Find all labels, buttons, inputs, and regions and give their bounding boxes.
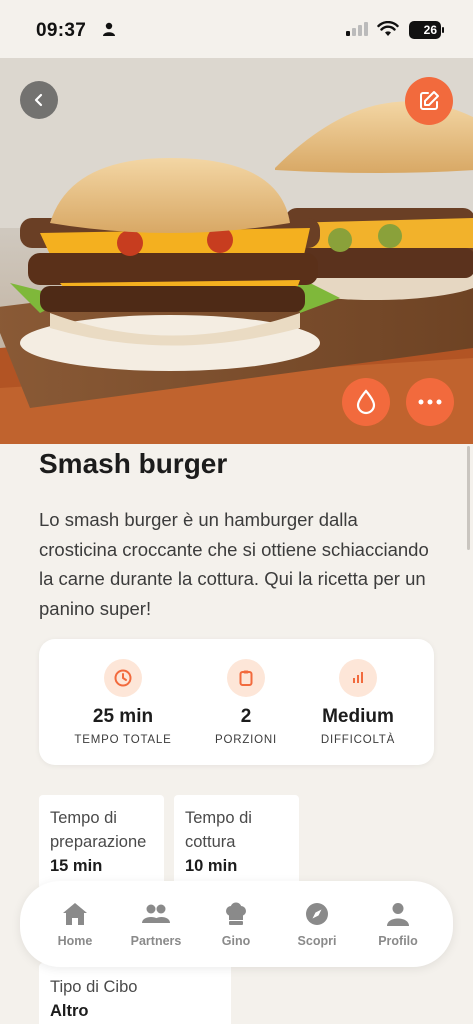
tab-label: Scopri [297, 934, 337, 948]
stat-label: PORZIONI [215, 734, 277, 746]
recipe-title: Smash burger [39, 448, 228, 479]
tab-scopri[interactable]: Scopri [277, 901, 357, 948]
recipe-hero-image [0, 58, 473, 444]
person-icon [102, 22, 116, 41]
recipe-description: Lo smash burger è un hamburger dalla cro… [39, 509, 429, 619]
tab-label: Gino [221, 934, 251, 948]
wifi-icon [377, 20, 399, 42]
chevron-left-icon [34, 93, 43, 107]
nutrition-button[interactable] [342, 378, 390, 426]
more-options-button[interactable] [406, 378, 454, 426]
stat-servings: 2 PORZIONI [186, 659, 306, 746]
food-type-card: Tipo di Cibo Altro [39, 963, 231, 1024]
stat-total-time: 25 min TEMPO TOTALE [63, 659, 183, 746]
tab-home[interactable]: Home [35, 901, 115, 948]
bottom-tab-bar: Home Partners Gino Scopri Profilo [20, 881, 453, 967]
tab-partners[interactable]: Partners [116, 901, 196, 948]
tab-label: Home [57, 934, 93, 948]
partners-icon [116, 901, 196, 927]
battery-cap [442, 27, 444, 33]
status-bar: 09:37 26 [0, 0, 473, 58]
signal-icon [346, 22, 370, 41]
stat-value: Medium [322, 706, 394, 727]
edit-icon [420, 91, 439, 110]
back-button[interactable] [20, 81, 58, 119]
ellipsis-icon [418, 399, 442, 405]
stat-value: 25 min [92, 706, 154, 727]
stat-label: TEMPO TOTALE [74, 734, 172, 746]
info-value: 15 min [50, 857, 103, 875]
clipboard-icon [227, 659, 265, 697]
bar-chart-icon [339, 659, 377, 697]
tab-label: Partners [130, 934, 182, 948]
info-value: 10 min [185, 857, 238, 875]
clock-icon [104, 659, 142, 697]
tab-label: Profilo [378, 934, 418, 948]
info-label: Tempo di cottura [185, 809, 252, 851]
home-icon [35, 901, 115, 927]
stat-difficulty: Medium DIFFICOLTÀ [298, 659, 418, 746]
status-time: 09:37 [36, 20, 87, 41]
compass-icon [277, 901, 357, 927]
info-label: Tempo di preparazione [50, 809, 147, 851]
recipe-stats-card: 25 min TEMPO TOTALE 2 PORZIONI Medium DI… [39, 639, 434, 765]
chef-hat-icon [196, 901, 276, 927]
stat-label: DIFFICOLTÀ [320, 734, 396, 746]
stat-value: 2 [240, 706, 252, 727]
scrollbar[interactable] [467, 446, 470, 550]
tab-gino[interactable]: Gino [196, 901, 276, 948]
tab-profilo[interactable]: Profilo [358, 901, 438, 948]
edit-button[interactable] [405, 77, 453, 125]
battery-icon: 26 [409, 21, 441, 39]
info-label: Tipo di Cibo [50, 978, 138, 996]
info-value: Altro [50, 1002, 89, 1020]
profile-icon [358, 901, 438, 927]
drop-icon [356, 389, 376, 415]
